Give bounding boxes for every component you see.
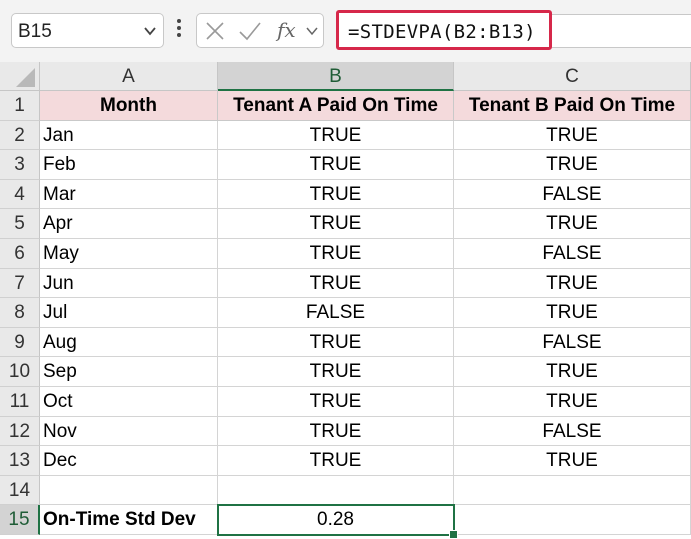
cell-a4[interactable]: Mar bbox=[40, 180, 218, 209]
cell-a11[interactable]: Oct bbox=[40, 387, 218, 417]
chevron-down-icon[interactable] bbox=[305, 25, 319, 37]
cell-b10[interactable]: TRUE bbox=[218, 357, 454, 387]
cell-a9[interactable]: Aug bbox=[40, 328, 218, 357]
formula-input[interactable]: =STDEVPA(B2:B13) bbox=[336, 10, 552, 50]
formula-input-extension[interactable] bbox=[552, 14, 691, 48]
cell-a14[interactable] bbox=[40, 476, 218, 505]
cell-b11[interactable]: TRUE bbox=[218, 387, 454, 417]
select-all-corner[interactable] bbox=[0, 62, 40, 91]
formula-bar: B15 fx =STDEVPA(B2:B13) bbox=[0, 0, 691, 62]
cell-c13[interactable]: TRUE bbox=[454, 446, 691, 476]
cell-c14[interactable] bbox=[454, 476, 691, 505]
cell-b8[interactable]: FALSE bbox=[218, 298, 454, 328]
row-header-10[interactable]: 10 bbox=[0, 357, 40, 387]
row-header-9[interactable]: 9 bbox=[0, 328, 40, 357]
row-header-5[interactable]: 5 bbox=[0, 209, 40, 239]
column-header-b[interactable]: B bbox=[218, 62, 454, 91]
cell-c15[interactable] bbox=[454, 505, 691, 535]
column-header-a[interactable]: A bbox=[40, 62, 218, 91]
cell-c10[interactable]: TRUE bbox=[454, 357, 691, 387]
row-header-11[interactable]: 11 bbox=[0, 387, 40, 417]
insert-function-icon[interactable]: fx bbox=[277, 18, 296, 42]
cell-a5[interactable]: Apr bbox=[40, 209, 218, 239]
cell-c8[interactable]: TRUE bbox=[454, 298, 691, 328]
cell-c11[interactable]: TRUE bbox=[454, 387, 691, 417]
row-header-2[interactable]: 2 bbox=[0, 121, 40, 150]
cell-b3[interactable]: TRUE bbox=[218, 150, 454, 180]
cell-b14[interactable] bbox=[218, 476, 454, 505]
cell-c5[interactable]: TRUE bbox=[454, 209, 691, 239]
row-header-15[interactable]: 15 bbox=[0, 505, 40, 535]
row-header-7[interactable]: 7 bbox=[0, 269, 40, 298]
column-header-c[interactable]: C bbox=[454, 62, 691, 91]
cell-b4[interactable]: TRUE bbox=[218, 180, 454, 209]
formula-buttons: fx bbox=[196, 13, 324, 48]
cell-b9[interactable]: TRUE bbox=[218, 328, 454, 357]
row-header-14[interactable]: 14 bbox=[0, 476, 40, 505]
cell-b12[interactable]: TRUE bbox=[218, 417, 454, 446]
name-box[interactable]: B15 bbox=[11, 13, 164, 48]
cell-a8[interactable]: Jul bbox=[40, 298, 218, 328]
cell-b1[interactable]: Tenant A Paid On Time bbox=[218, 91, 454, 121]
cell-a13[interactable]: Dec bbox=[40, 446, 218, 476]
cell-b5[interactable]: TRUE bbox=[218, 209, 454, 239]
cell-a15[interactable]: On-Time Std Dev bbox=[40, 505, 218, 535]
cell-a2[interactable]: Jan bbox=[40, 121, 218, 150]
cell-c2[interactable]: TRUE bbox=[454, 121, 691, 150]
cell-b2[interactable]: TRUE bbox=[218, 121, 454, 150]
cell-c1[interactable]: Tenant B Paid On Time bbox=[454, 91, 691, 121]
row-header-4[interactable]: 4 bbox=[0, 180, 40, 209]
cell-c4[interactable]: FALSE bbox=[454, 180, 691, 209]
cell-c7[interactable]: TRUE bbox=[454, 269, 691, 298]
row-header-8[interactable]: 8 bbox=[0, 298, 40, 328]
cell-a10[interactable]: Sep bbox=[40, 357, 218, 387]
cell-c12[interactable]: FALSE bbox=[454, 417, 691, 446]
cell-c6[interactable]: FALSE bbox=[454, 239, 691, 269]
cell-a3[interactable]: Feb bbox=[40, 150, 218, 180]
chevron-down-icon[interactable] bbox=[143, 24, 157, 38]
active-cell-outline bbox=[217, 504, 455, 536]
row-header-13[interactable]: 13 bbox=[0, 446, 40, 476]
cell-c9[interactable]: FALSE bbox=[454, 328, 691, 357]
cell-c3[interactable]: TRUE bbox=[454, 150, 691, 180]
row-header-3[interactable]: 3 bbox=[0, 150, 40, 180]
enter-check-icon[interactable] bbox=[238, 21, 262, 41]
row-header-1[interactable]: 1 bbox=[0, 91, 40, 121]
cell-a12[interactable]: Nov bbox=[40, 417, 218, 446]
select-all-triangle-icon bbox=[16, 68, 35, 87]
cell-b6[interactable]: TRUE bbox=[218, 239, 454, 269]
cell-a6[interactable]: May bbox=[40, 239, 218, 269]
more-options-icon[interactable] bbox=[175, 17, 183, 39]
cell-a7[interactable]: Jun bbox=[40, 269, 218, 298]
name-box-value: B15 bbox=[18, 21, 52, 42]
cell-b7[interactable]: TRUE bbox=[218, 269, 454, 298]
cell-b13[interactable]: TRUE bbox=[218, 446, 454, 476]
cell-a1[interactable]: Month bbox=[40, 91, 218, 121]
row-header-6[interactable]: 6 bbox=[0, 239, 40, 269]
fill-handle[interactable] bbox=[449, 530, 458, 539]
row-header-12[interactable]: 12 bbox=[0, 417, 40, 446]
cancel-icon[interactable] bbox=[205, 21, 225, 41]
formula-text: =STDEVPA(B2:B13) bbox=[348, 21, 536, 43]
